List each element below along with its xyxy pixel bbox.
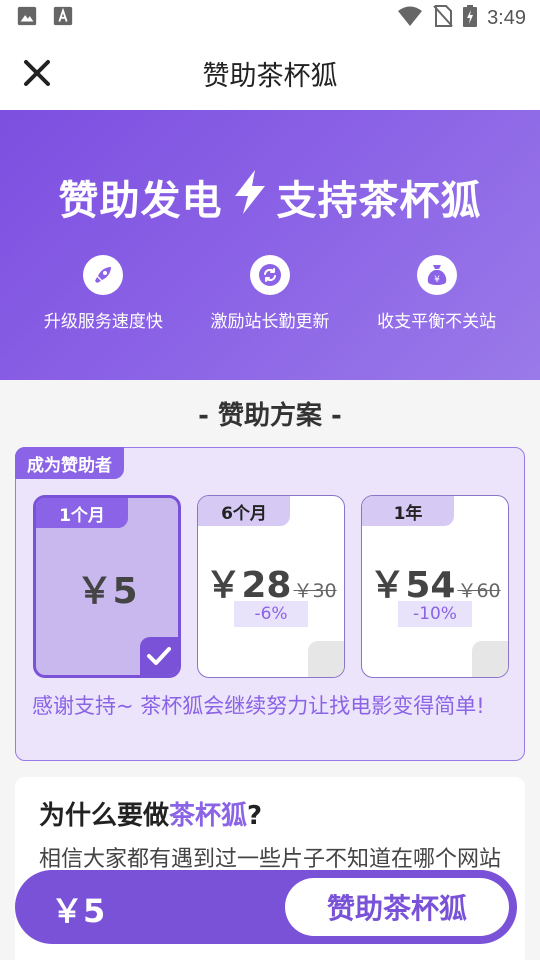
money-bag-icon: ¥ [416,255,457,295]
plan-original-price: ￥60 [457,580,501,602]
plan-discount-badge: -10% [398,601,472,627]
feature-label: 收支平衡不关站 [377,312,497,332]
plan-select-corner [472,641,508,677]
plan-price: ￥5 [76,571,138,612]
plan-period: 1个月 [36,498,128,528]
feature-item: 升级服务速度快 [23,255,183,332]
plan-option-6-months[interactable]: 6个月 ￥28 ￥30 -6% [197,495,345,678]
plan-discount-badge: -6% [234,601,308,627]
no-sim-icon [433,5,453,31]
plan-option-1-month[interactable]: 1个月 ￥5 [33,495,181,678]
feature-label: 升级服务速度快 [43,312,163,332]
clock: 3:49 [487,6,526,29]
svg-text:¥: ¥ [434,275,440,285]
hero-title-right: 支持茶杯狐 [276,178,482,224]
bottom-bar: ￥5 赞助茶杯狐 [15,870,517,944]
status-bar: 3:49 [0,0,540,36]
thanks-text: 感谢支持~ 茶杯狐会继续努力让找电影变得简单! [32,694,485,718]
plan-period: 6个月 [198,496,290,526]
plan-price-row: ￥5 [36,562,178,614]
wifi-icon [397,5,423,31]
rocket-icon [83,255,124,295]
plan-original-price: ￥30 [293,580,337,602]
font-icon [52,5,74,31]
lightning-icon [229,168,271,226]
sponsor-tag: 成为赞助者 [15,447,124,479]
hero-title-left: 赞助发电 [58,178,223,224]
why-title: 为什么要做茶杯狐? [39,795,262,832]
feature-item: ¥ 收支平衡不关站 [357,255,517,332]
feature-item: 激励站长勤更新 [190,255,350,332]
selected-price: ￥5 [51,892,106,930]
plans-card: 成为赞助者 1个月 ￥5 6个月 ￥28 ￥30 -6% 1年 ￥54 ￥60 [15,447,525,761]
why-title-prefix: 为什么要做 [39,801,170,831]
plan-list: 1个月 ￥5 6个月 ￥28 ￥30 -6% 1年 ￥54 ￥60 -10% [33,495,509,678]
gallery-icon [16,5,38,31]
app-bar: 赞助茶杯狐 [0,36,540,110]
sponsor-button[interactable]: 赞助茶杯狐 [285,878,509,936]
section-title: - 赞助方案 - [198,401,342,431]
hero-title: 赞助发电 支持茶杯狐 [0,168,540,226]
plan-select-corner [308,641,344,677]
plan-option-1-year[interactable]: 1年 ￥54 ￥60 -10% [361,495,509,678]
why-title-suffix: ? [247,801,263,831]
why-title-accent: 茶杯狐 [169,801,248,831]
page-title: 赞助茶杯狐 [202,61,338,92]
feature-label: 激励站长勤更新 [210,312,330,332]
battery-icon [463,5,478,31]
feature-list: 升级服务速度快 激励站长勤更新 ¥ 收支平衡不关站 [0,255,540,332]
check-icon [140,637,178,675]
plan-period: 1年 [362,496,454,526]
hero-banner: 赞助发电 支持茶杯狐 升级服务速度快 激励站长勤更新 ¥ 收支平衡不关站 [0,110,540,380]
refresh-icon [249,255,290,295]
